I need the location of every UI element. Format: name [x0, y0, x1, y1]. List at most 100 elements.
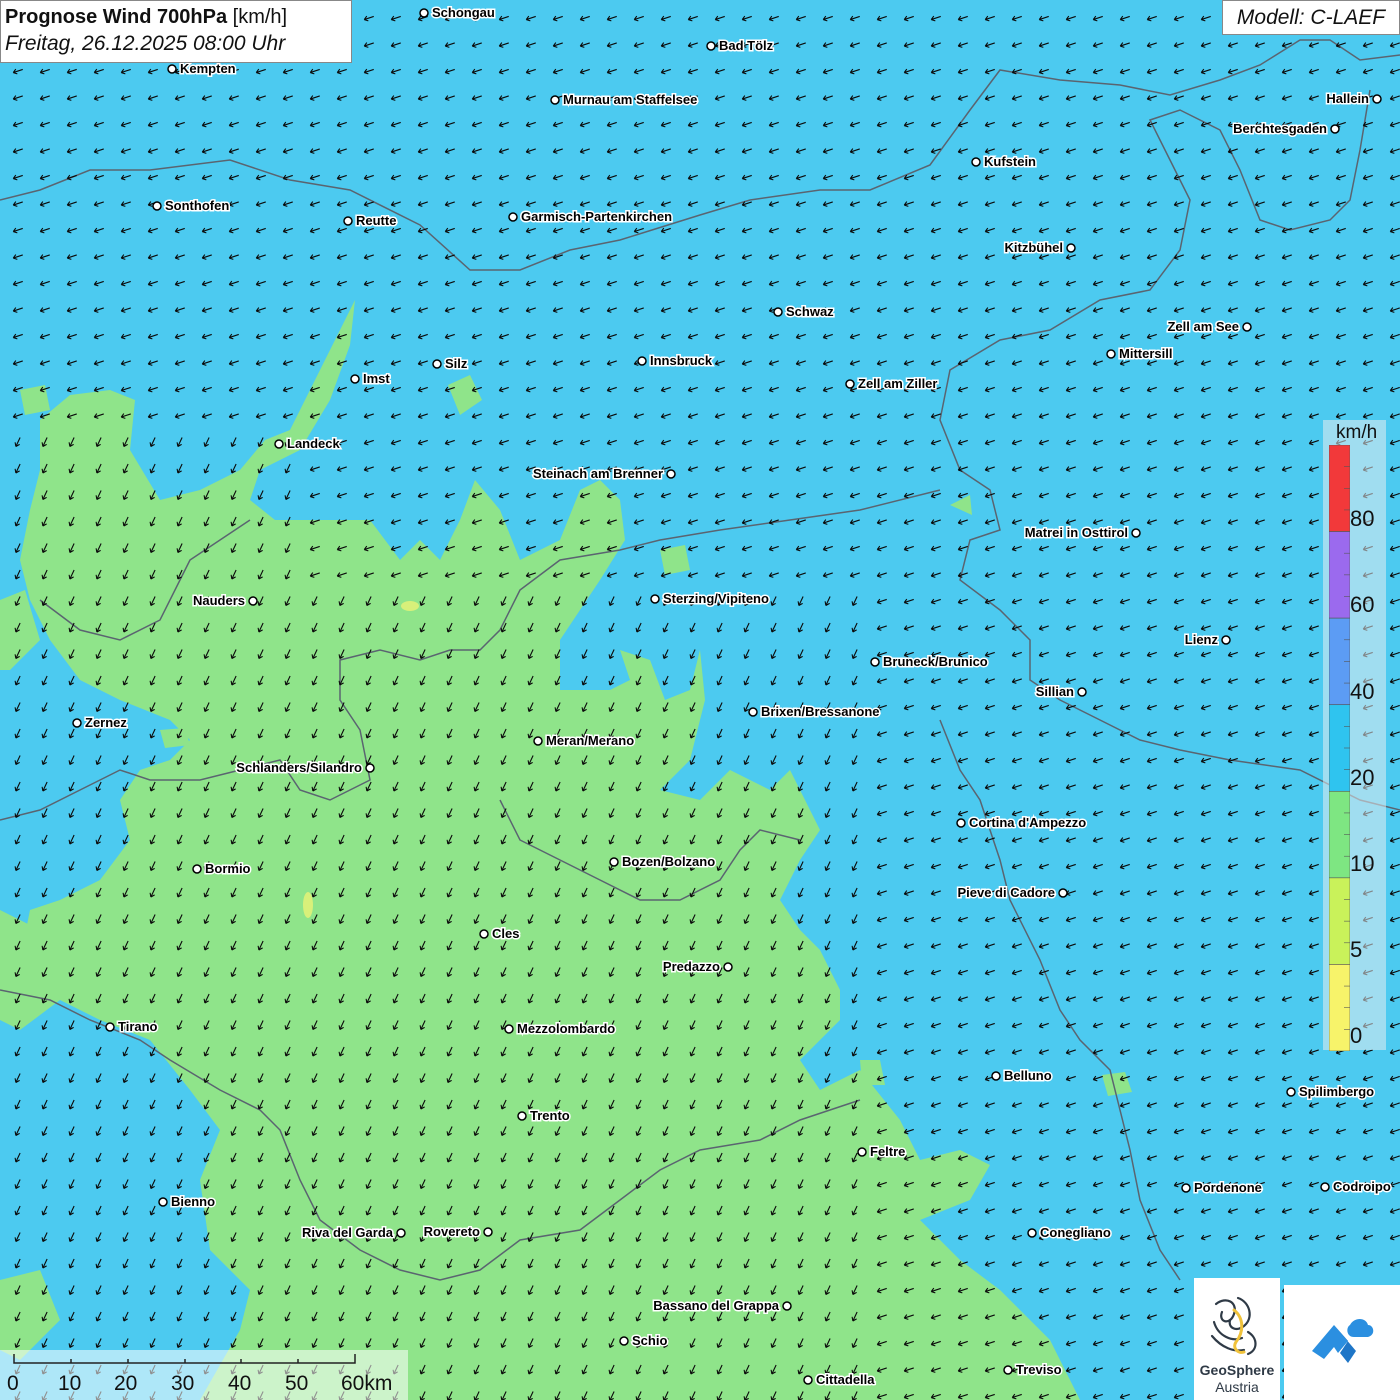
city-label: Lienz [1185, 632, 1219, 647]
city-label: Imst [363, 371, 390, 386]
scalebar-label: 20 [114, 1372, 138, 1395]
city-label: Reutte [356, 213, 396, 228]
city-marker: Sterzing/Vipiteno [650, 590, 770, 608]
scalebar-label: 0 [7, 1372, 19, 1395]
city-label: Silz [445, 356, 468, 371]
legend-unit: km/h [1336, 422, 1378, 443]
scalebar-label: 60km [341, 1372, 393, 1395]
city-dot [533, 736, 543, 746]
city-dot [1330, 124, 1340, 134]
city-marker: Sonthofen [152, 197, 231, 215]
city-marker: Zell am Ziller [845, 375, 939, 393]
city-label: Sonthofen [165, 198, 229, 213]
city-label: Hallein [1326, 91, 1369, 106]
city-dot [706, 41, 716, 51]
city-marker: Innsbruck [637, 352, 714, 370]
city-label: Cittadella [816, 1372, 875, 1387]
city-label: Schio [632, 1333, 667, 1348]
geosphere-logo-name: GeoSphere [1199, 1362, 1275, 1378]
city-label: Zell am Ziller [858, 376, 937, 391]
city-marker: Mezzolombardo [504, 1020, 617, 1038]
city-label: Bad Tölz [719, 38, 774, 53]
city-label: Cles [492, 926, 519, 941]
city-marker: Berchtesgaden [1232, 120, 1340, 138]
city-label: Matrei in Osttirol [1025, 525, 1128, 540]
city-dot [248, 596, 258, 606]
city-dot [637, 356, 647, 366]
app-logo [1284, 1285, 1400, 1400]
city-dot [870, 657, 880, 667]
city-dot [748, 707, 758, 717]
city-marker: Spilimbergo [1286, 1083, 1376, 1101]
city-label: Sillian [1036, 684, 1074, 699]
city-marker: Conegliano [1027, 1224, 1112, 1242]
city-dot [1027, 1228, 1037, 1238]
city-dot [508, 212, 518, 222]
map-subtitle: Freitag, 26.12.2025 08:00 Uhr [5, 32, 286, 55]
city-label: Nauders [193, 593, 245, 608]
city-dot [365, 763, 375, 773]
scalebar-label: 40 [228, 1372, 252, 1395]
city-marker: Bozen/Bolzano [609, 853, 717, 871]
city-marker: Schongau [419, 4, 496, 22]
city-dot [517, 1111, 527, 1121]
city-marker: Brixen/Bressanone [748, 703, 881, 721]
city-label: Spilimbergo [1299, 1084, 1374, 1099]
city-dot [723, 962, 733, 972]
city-dot [419, 8, 429, 18]
city-label: Bienno [171, 1194, 215, 1209]
city-marker: Pordenone [1181, 1179, 1263, 1197]
city-dot [773, 307, 783, 317]
city-marker: Meran/Merano [533, 732, 636, 750]
city-label: Conegliano [1040, 1225, 1111, 1240]
city-label: Codroipo [1333, 1179, 1391, 1194]
model-label: Modell: C-LAEF [1222, 0, 1400, 35]
city-label: Bormio [205, 861, 251, 876]
city-marker: Steinach am Brenner [531, 465, 676, 483]
city-dot [803, 1375, 813, 1385]
city-label: Kitzbühel [1005, 240, 1064, 255]
city-dot [1058, 888, 1068, 898]
city-label: Innsbruck [650, 353, 713, 368]
city-dot [1181, 1183, 1191, 1193]
city-dot [343, 216, 353, 226]
city-label: Predazzo [663, 959, 720, 974]
city-dot [72, 718, 82, 728]
city-label: Steinach am Brenner [533, 466, 663, 481]
city-label: Mittersill [1119, 346, 1172, 361]
title-box: Prognose Wind 700hPa [km/h] Freitag, 26.… [0, 0, 352, 63]
legend-label: 40 [1350, 679, 1375, 704]
city-label: Bruneck/Brunico [883, 654, 988, 669]
legend-label: 20 [1350, 765, 1375, 790]
city-label: Schongau [432, 5, 495, 20]
city-dot [1131, 528, 1141, 538]
city-dot [619, 1336, 629, 1346]
city-dot [1320, 1182, 1330, 1192]
city-dot [504, 1024, 514, 1034]
legend-colorbar [1329, 445, 1350, 1051]
city-label: Zernez [85, 715, 127, 730]
city-label: Pieve di Cadore [957, 885, 1055, 900]
city-dot [483, 1227, 493, 1237]
city-dot [609, 857, 619, 867]
city-dot [432, 359, 442, 369]
city-dot [152, 201, 162, 211]
app-logo-icon [1312, 1319, 1374, 1363]
city-dot [350, 374, 360, 384]
city-label: Feltre [870, 1144, 905, 1159]
city-dot [1003, 1365, 1013, 1375]
city-dot [479, 929, 489, 939]
city-dot [105, 1022, 115, 1032]
city-dot [192, 864, 202, 874]
city-label: Zell am See [1167, 319, 1239, 334]
city-marker: Schlanders/Silandro [235, 759, 375, 777]
city-marker: Riva del Garda [300, 1224, 406, 1242]
city-label: Sterzing/Vipiteno [663, 591, 769, 606]
city-label: Murnau am Staffelsee [563, 92, 697, 107]
city-dot [845, 379, 855, 389]
city-dot [1221, 635, 1231, 645]
legend-label: 5 [1350, 937, 1363, 962]
city-dot [158, 1197, 168, 1207]
city-dot [1242, 322, 1252, 332]
city-label: Schwaz [786, 304, 834, 319]
